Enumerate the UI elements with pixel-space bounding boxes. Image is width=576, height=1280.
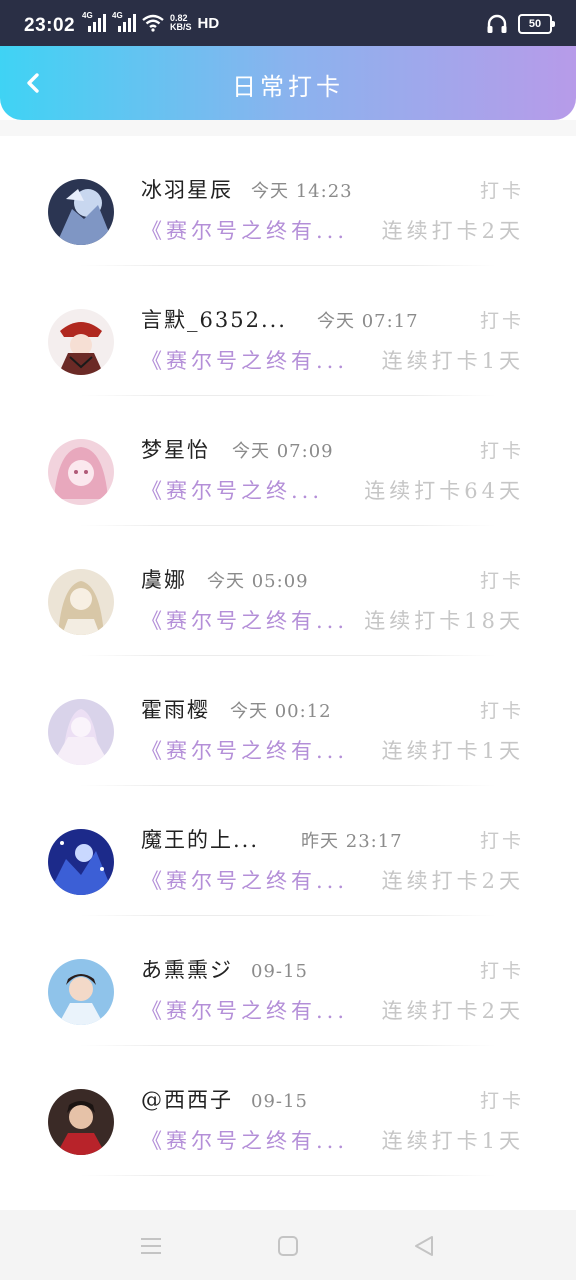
status-bar: 23:02 4G 4G 0.82 KB/S HD 50 xyxy=(0,0,576,46)
avatar[interactable] xyxy=(48,699,114,765)
name-line: 言默_6352... 今天 07:17 xyxy=(141,304,419,334)
user-name[interactable]: @西西子 xyxy=(141,1084,233,1114)
list-item[interactable]: 言默_6352... 今天 07:17 打卡 《赛尔号之终有... 连续打卡1天 xyxy=(0,266,576,396)
list-item[interactable]: あ熏熏ジ 09-15 打卡 《赛尔号之终有... 连续打卡2天 xyxy=(0,916,576,1046)
name-line: 梦星怡 今天 07:09 xyxy=(141,434,334,464)
checkin-action-label: 打卡 xyxy=(479,830,524,852)
wifi-icon xyxy=(142,14,164,32)
name-line: @西西子 09-15 xyxy=(141,1084,308,1114)
checkin-action-label: 打卡 xyxy=(479,700,524,722)
book-title-link[interactable]: 《赛尔号之终有... xyxy=(141,735,348,765)
book-title-link[interactable]: 《赛尔号之终有... xyxy=(141,995,348,1025)
streak-label: 连续打卡2天 xyxy=(381,219,524,243)
list-item[interactable]: 冰羽星辰 今天 14:23 打卡 《赛尔号之终有... 连续打卡2天 xyxy=(0,136,576,266)
user-name[interactable]: 冰羽星辰 xyxy=(141,174,233,204)
avatar[interactable] xyxy=(48,439,114,505)
name-line: 虞娜 今天 05:09 xyxy=(141,564,309,594)
streak-label: 连续打卡2天 xyxy=(381,999,524,1023)
menu-icon xyxy=(141,1238,161,1254)
checkin-action-label: 打卡 xyxy=(479,180,524,202)
streak-label: 连续打卡18天 xyxy=(364,609,524,633)
avatar[interactable] xyxy=(48,179,114,245)
avatar[interactable] xyxy=(48,959,114,1025)
book-title-link[interactable]: 《赛尔号之终有... xyxy=(141,215,348,245)
name-line: 冰羽星辰 今天 14:23 xyxy=(141,174,353,204)
avatar[interactable] xyxy=(48,569,114,635)
list-item[interactable]: 霍雨樱 今天 00:12 打卡 《赛尔号之终有... 连续打卡1天 xyxy=(0,656,576,786)
book-title-link[interactable]: 《赛尔号之终有... xyxy=(141,345,348,375)
avatar-image xyxy=(48,179,114,245)
list-item[interactable]: 梦星怡 今天 07:09 打卡 《赛尔号之终... 连续打卡64天 xyxy=(0,396,576,526)
checkin-action-label: 打卡 xyxy=(479,960,524,982)
back-nav-button[interactable] xyxy=(410,1232,438,1260)
signal-type-label: 4G xyxy=(82,11,93,20)
avatar-image xyxy=(48,1089,114,1155)
signal-type-label: 4G xyxy=(112,11,123,20)
cell-signal-icon: 4G xyxy=(112,11,136,32)
checkin-action-label: 打卡 xyxy=(479,440,524,462)
avatar-image xyxy=(48,439,114,505)
user-name[interactable]: 魔王的上... xyxy=(141,824,259,854)
hd-indicator: HD xyxy=(197,14,220,32)
avatar[interactable] xyxy=(48,309,114,375)
avatar-image xyxy=(48,569,114,635)
content-area: 冰羽星辰 今天 14:23 打卡 《赛尔号之终有... 连续打卡2天 言默_63… xyxy=(0,120,576,1210)
home-button[interactable] xyxy=(274,1232,302,1260)
avatar-image xyxy=(48,959,114,1025)
page-title: 日常打卡 xyxy=(232,73,344,101)
list-item[interactable]: 虞娜 今天 05:09 打卡 《赛尔号之终有... 连续打卡18天 xyxy=(0,526,576,656)
home-icon xyxy=(278,1236,298,1256)
name-line: 魔王的上... 昨天 23:17 xyxy=(141,824,403,854)
book-title-link[interactable]: 《赛尔号之终有... xyxy=(141,1125,348,1155)
checkin-time: 09-15 xyxy=(251,1091,308,1112)
checkin-time: 昨天 23:17 xyxy=(301,831,403,852)
system-nav-bar xyxy=(0,1210,576,1280)
streak-label: 连续打卡64天 xyxy=(364,479,524,503)
user-name[interactable]: 虞娜 xyxy=(141,564,187,594)
triangle-back-icon xyxy=(415,1236,433,1256)
user-name[interactable]: 霍雨樱 xyxy=(141,694,210,724)
user-name[interactable]: 梦星怡 xyxy=(141,434,210,464)
list-item[interactable]: 魔王的上... 昨天 23:17 打卡 《赛尔号之终有... 连续打卡2天 xyxy=(0,786,576,916)
book-title-link[interactable]: 《赛尔号之终... xyxy=(141,475,323,505)
status-right: 50 xyxy=(486,14,555,34)
network-speed: 0.82 KB/S xyxy=(170,14,192,32)
status-time: 23:02 xyxy=(24,15,76,36)
battery-icon: 50 xyxy=(518,14,555,34)
name-line: あ熏熏ジ 09-15 xyxy=(141,954,308,984)
checkin-time: 09-15 xyxy=(251,961,308,982)
row-divider xyxy=(80,1175,496,1176)
streak-label: 连续打卡1天 xyxy=(381,739,524,763)
book-title-link[interactable]: 《赛尔号之终有... xyxy=(141,865,348,895)
streak-label: 连续打卡1天 xyxy=(381,1129,524,1153)
list-item[interactable]: @西西子 09-15 打卡 《赛尔号之终有... 连续打卡1天 xyxy=(0,1046,576,1176)
checkin-time: 今天 07:17 xyxy=(316,311,419,332)
menu-button[interactable] xyxy=(137,1232,165,1260)
book-title-link[interactable]: 《赛尔号之终有... xyxy=(141,605,348,635)
status-icons: 4G 4G 0.82 KB/S HD xyxy=(82,11,220,32)
streak-label: 连续打卡1天 xyxy=(381,349,524,373)
avatar-image xyxy=(48,699,114,765)
header-bar: 日常打卡 xyxy=(0,46,576,120)
checkin-list: 冰羽星辰 今天 14:23 打卡 《赛尔号之终有... 连续打卡2天 言默_63… xyxy=(0,136,576,1210)
checkin-time: 今天 07:09 xyxy=(232,441,334,462)
avatar-image xyxy=(48,829,114,895)
checkin-action-label: 打卡 xyxy=(479,570,524,592)
streak-label: 连续打卡2天 xyxy=(381,869,524,893)
user-name[interactable]: 言默_6352... xyxy=(141,304,287,334)
avatar[interactable] xyxy=(48,829,114,895)
headphones-icon xyxy=(487,14,507,33)
speed-unit: KB/S xyxy=(170,22,192,32)
checkin-time: 今天 14:23 xyxy=(251,181,353,202)
cell-signal-icon: 4G xyxy=(82,11,106,32)
avatar-image xyxy=(48,309,114,375)
checkin-time: 今天 05:09 xyxy=(207,571,309,592)
name-line: 霍雨樱 今天 00:12 xyxy=(141,694,332,724)
checkin-time: 今天 00:12 xyxy=(230,701,332,722)
checkin-action-label: 打卡 xyxy=(479,310,524,332)
user-name[interactable]: あ熏熏ジ xyxy=(141,954,233,984)
checkin-action-label: 打卡 xyxy=(479,1090,524,1112)
avatar[interactable] xyxy=(48,1089,114,1155)
